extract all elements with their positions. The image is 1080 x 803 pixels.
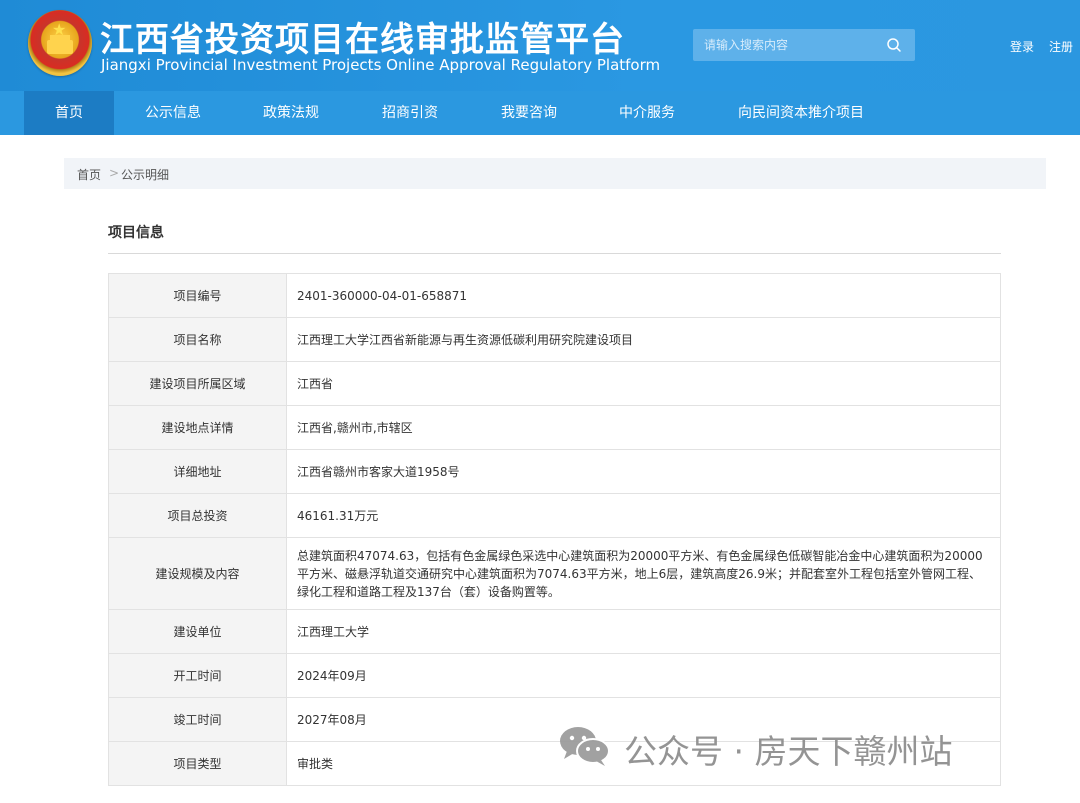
row-value: 江西理工大学	[286, 609, 1001, 654]
row-value: 江西理工大学江西省新能源与再生资源低碳利用研究院建设项目	[286, 317, 1001, 362]
row-value: 2024年09月	[286, 653, 1001, 698]
row-label: 建设项目所属区域	[108, 361, 287, 406]
nav-item-investment-promotion[interactable]: 招商引资	[372, 91, 448, 135]
site-header: ★ 江西省投资项目在线审批监管平台 Jiangxi Provincial Inv…	[0, 0, 1080, 135]
nav-item-home[interactable]: 首页	[24, 91, 114, 135]
table-row: 项目总投资 46161.31万元	[108, 493, 1001, 538]
breadcrumb-home[interactable]: 首页	[77, 166, 101, 183]
table-row: 建设项目所属区域 江西省	[108, 361, 1001, 406]
row-label: 建设规模及内容	[108, 537, 287, 610]
main-nav: 首页 公示信息 政策法规 招商引资 我要咨询 中介服务 向民间资本推介项目	[0, 91, 1080, 135]
table-row: 建设地点详情 江西省,赣州市,市辖区	[108, 405, 1001, 450]
row-label: 项目类型	[108, 741, 287, 786]
table-row: 项目编号 2401-360000-04-01-658871	[108, 273, 1001, 318]
row-value: 江西省赣州市客家大道1958号	[286, 449, 1001, 494]
wechat-icon	[560, 727, 610, 766]
search-icon[interactable]	[886, 37, 902, 53]
row-label: 项目总投资	[108, 493, 287, 538]
nav-item-agency-services[interactable]: 中介服务	[609, 91, 685, 135]
table-row: 建设规模及内容 总建筑面积47074.63，包括有色金属绿色采选中心建筑面积为2…	[108, 537, 1001, 610]
row-value: 江西省,赣州市,市辖区	[286, 405, 1001, 450]
row-label: 建设单位	[108, 609, 287, 654]
header-banner: ★ 江西省投资项目在线审批监管平台 Jiangxi Provincial Inv…	[0, 0, 1080, 91]
row-label: 竣工时间	[108, 697, 287, 742]
row-value: 总建筑面积47074.63，包括有色金属绿色采选中心建筑面积为20000平方米、…	[286, 537, 1001, 610]
site-title: 江西省投资项目在线审批监管平台	[100, 20, 625, 60]
site-subtitle: Jiangxi Provincial Investment Projects O…	[101, 56, 661, 74]
section-divider	[108, 253, 1001, 254]
row-label: 详细地址	[108, 449, 287, 494]
table-row: 项目名称 江西理工大学江西省新能源与再生资源低碳利用研究院建设项目	[108, 317, 1001, 362]
row-value: 2401-360000-04-01-658871	[286, 273, 1001, 318]
row-label: 项目编号	[108, 273, 287, 318]
table-row: 开工时间 2024年09月	[108, 653, 1001, 698]
table-row: 详细地址 江西省赣州市客家大道1958号	[108, 449, 1001, 494]
watermark-text: 公众号 · 房天下赣州站	[624, 732, 953, 771]
login-link[interactable]: 登录	[1010, 38, 1034, 55]
row-label: 开工时间	[108, 653, 287, 698]
nav-item-announcements[interactable]: 公示信息	[135, 91, 211, 135]
breadcrumb-current: 公示明细	[121, 168, 170, 182]
project-info-table: 项目编号 2401-360000-04-01-658871 项目名称 江西理工大…	[108, 273, 1001, 786]
nav-item-consultation[interactable]: 我要咨询	[491, 91, 567, 135]
table-row: 建设单位 江西理工大学	[108, 609, 1001, 654]
national-emblem-icon: ★	[28, 10, 92, 76]
breadcrumb: 首页 > 公示明细	[64, 158, 1046, 189]
section-title: 项目信息	[108, 225, 164, 241]
search-input[interactable]	[693, 29, 878, 61]
row-value: 46161.31万元	[286, 493, 1001, 538]
register-link[interactable]: 注册	[1049, 38, 1073, 55]
row-value: 江西省	[286, 361, 1001, 406]
row-label: 建设地点详情	[108, 405, 287, 450]
nav-item-policies[interactable]: 政策法规	[253, 91, 329, 135]
search-box	[693, 29, 915, 61]
breadcrumb-separator: >	[109, 166, 120, 180]
row-label: 项目名称	[108, 317, 287, 362]
nav-item-private-capital-projects[interactable]: 向民间资本推介项目	[728, 91, 874, 135]
